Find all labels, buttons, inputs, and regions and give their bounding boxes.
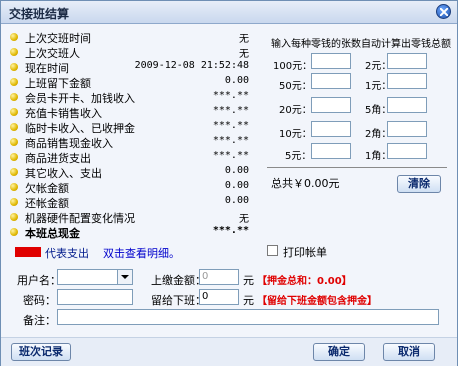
summary-value: 无 <box>239 214 249 225</box>
denomination-50-input[interactable] <box>311 73 351 89</box>
summary-value: ***.** <box>212 135 249 146</box>
denomination-2-input[interactable] <box>387 53 427 69</box>
leave-unit: 元 <box>243 294 254 307</box>
deposit-total-note: 【押金总和：0.00】 <box>257 276 352 287</box>
summary-row[interactable]: 机器硬件配置变化情况无 <box>7 209 257 225</box>
password-input[interactable] <box>57 289 133 305</box>
summary-value: ***.** <box>212 120 249 131</box>
close-button[interactable] <box>436 4 451 19</box>
window-title: 交接班结算 <box>9 7 70 21</box>
remark-label: 备注： <box>23 314 56 327</box>
paid-unit: 元 <box>243 274 254 287</box>
summary-value: 0.00 <box>224 180 249 191</box>
summary-row[interactable]: 会员卡开卡、加钱收入 ***.** <box>7 89 257 105</box>
username-label: 用户名： <box>17 274 61 287</box>
summary-value: 0.00 <box>224 75 249 86</box>
view-details-link[interactable]: 双击查看明细。 <box>103 245 180 261</box>
denomination-label: 50元： <box>279 81 312 92</box>
bullet-icon <box>10 93 18 101</box>
shift-history-button[interactable]: 班次记录 <box>11 343 71 361</box>
bullet-icon <box>10 153 18 161</box>
denomination-label: 10元： <box>279 129 312 140</box>
bullet-icon <box>10 63 18 71</box>
change-total: 总共￥0.00元 <box>271 177 340 190</box>
summary-row[interactable]: 本班总现金 ***.** <box>7 224 257 240</box>
change-hint-text: 输入每种零钱的张数自动计算出零钱总额 <box>271 39 451 50</box>
summary-value: ***.** <box>212 105 249 116</box>
bullet-icon <box>10 138 18 146</box>
leave-amount-label: 留给下班： <box>151 294 206 307</box>
denomination-5-input[interactable] <box>311 143 351 159</box>
title-bar: 交接班结算 <box>1 1 457 24</box>
summary-label: 本班总现金 <box>25 227 80 240</box>
print-bill-checkbox[interactable] <box>267 245 278 256</box>
denomination-1-input[interactable] <box>387 73 427 89</box>
summary-value: 0.00 <box>224 195 249 206</box>
summary-row[interactable]: 临时卡收入、已收押金 ***.** <box>7 119 257 135</box>
divider <box>267 167 447 168</box>
bullet-icon <box>10 108 18 116</box>
denomination-100-input[interactable] <box>311 53 351 69</box>
remark-input[interactable] <box>57 309 439 325</box>
button-bar: 班次记录 确定 取消 <box>1 337 457 366</box>
summary-value: 无 <box>239 49 249 60</box>
change-calculator-panel: 输入每种零钱的张数自动计算出零钱总额 100元： 2元： 50元： 1元： 20… <box>263 29 451 199</box>
paid-amount-input[interactable]: 0 <box>199 269 239 285</box>
bullet-icon <box>10 213 18 221</box>
close-icon <box>440 8 448 16</box>
cancel-button[interactable]: 取消 <box>383 343 435 361</box>
summary-value: 无 <box>239 34 249 45</box>
summary-row[interactable]: 上次交班人无 <box>7 44 257 60</box>
summary-value: 0.00 <box>224 165 249 176</box>
summary-value: ***.** <box>212 150 249 161</box>
clear-button[interactable]: 清除 <box>397 175 441 193</box>
summary-row[interactable]: 充值卡销售收入 ***.** <box>7 104 257 120</box>
denomination-label: 5元： <box>285 151 312 162</box>
summary-row[interactable]: 欠帐金额 0.00 <box>7 179 257 195</box>
bullet-icon <box>10 168 18 176</box>
leave-amount-note: 【留给下班金额包含押金】 <box>257 296 377 307</box>
summary-row[interactable]: 其它收入、支出 0.00 <box>7 164 257 180</box>
summary-row[interactable]: 上班留下金额 0.00 <box>7 74 257 90</box>
denomination-5jiao-input[interactable] <box>387 97 427 113</box>
denomination-2jiao-input[interactable] <box>387 121 427 137</box>
legend-text: 代表支出 <box>45 247 89 260</box>
denomination-label: 100元： <box>273 61 313 72</box>
summary-value: ***.** <box>212 225 249 236</box>
summary-value: 2009-12-08 21:52:48 <box>134 60 249 71</box>
denomination-10-input[interactable] <box>311 121 351 137</box>
ok-button[interactable]: 确定 <box>313 343 365 361</box>
password-label: 密码： <box>23 294 56 307</box>
bullet-icon <box>10 48 18 56</box>
summary-row[interactable]: 现在时间 2009-12-08 21:52:48 <box>7 59 257 75</box>
bullet-icon <box>10 183 18 191</box>
summary-row[interactable]: 商品进货支出 ***.** <box>7 149 257 165</box>
bullet-icon <box>10 78 18 86</box>
summary-value: ***.** <box>212 90 249 101</box>
chevron-down-icon[interactable] <box>117 270 132 284</box>
expense-color-swatch <box>15 247 41 257</box>
denomination-1jiao-input[interactable] <box>387 143 427 159</box>
summary-row[interactable]: 上次交班时间无 <box>7 29 257 45</box>
bullet-icon <box>10 123 18 131</box>
print-bill-label: 打印帐单 <box>283 246 327 259</box>
summary-row[interactable]: 还帐金额 0.00 <box>7 194 257 210</box>
denomination-20-input[interactable] <box>311 97 351 113</box>
leave-amount-input[interactable]: 0 <box>199 289 239 305</box>
summary-row[interactable]: 商品销售现金收入 ***.** <box>7 134 257 150</box>
paid-amount-label: 上缴金额： <box>151 274 206 287</box>
denomination-label: 20元： <box>279 105 312 116</box>
bullet-icon <box>10 33 18 41</box>
username-select[interactable] <box>57 269 133 285</box>
bullet-icon <box>10 198 18 206</box>
summary-panel: 上次交班时间无上次交班人无现在时间 2009-12-08 21:52:48 上班留下… <box>7 29 257 241</box>
bullet-icon <box>10 228 18 236</box>
shift-settlement-window: 交接班结算 上次交班时间无上次交班人无现在时间 2009-12-08 21:52:… <box>0 0 458 366</box>
